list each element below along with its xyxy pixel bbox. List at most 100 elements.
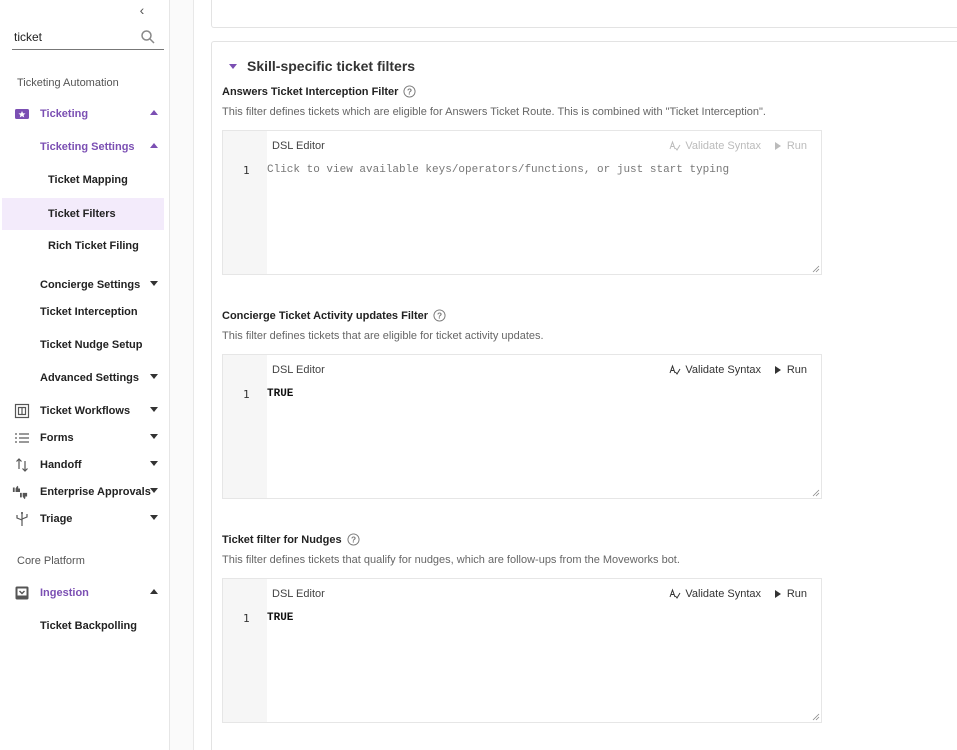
resize-handle-icon[interactable] (812, 265, 820, 273)
section-label-ticketing-automation: Ticketing Automation (17, 77, 119, 89)
dsl-editor-answers[interactable]: DSL Editor Validate Syntax Run 1 Click t… (222, 130, 822, 275)
sidebar-item-handoff[interactable]: Handoff (2, 450, 164, 480)
resize-handle-icon[interactable] (812, 713, 820, 721)
triage-icon (16, 512, 28, 526)
filter-title-concierge: Concierge Ticket Activity updates Filter… (222, 309, 446, 322)
editor-code[interactable]: TRUE (267, 612, 293, 624)
sidebar-item-label: Ticket Nudge Setup (40, 339, 143, 351)
validate-syntax-button[interactable]: Validate Syntax (669, 364, 761, 376)
chevron-down-icon (150, 374, 158, 379)
help-icon[interactable]: ? (347, 533, 360, 546)
filter-title-text: Answers Ticket Interception Filter (222, 85, 399, 98)
section-toggle-skill-filters[interactable]: Skill-specific ticket filters (229, 58, 415, 74)
sidebar-item-ticket-mapping[interactable]: Ticket Mapping (2, 165, 164, 195)
sidebar-item-label: Ticketing Settings (40, 141, 135, 153)
spellcheck-icon (669, 140, 681, 151)
resize-handle-icon[interactable] (812, 489, 820, 497)
filter-description: This filter defines tickets that are eli… (222, 330, 544, 342)
sidebar-item-ticket-workflows[interactable]: Ticket Workflows (2, 396, 164, 426)
sidebar-item-rich-ticket-filing[interactable]: Rich Ticket Filing (2, 231, 164, 261)
line-number: 1 (243, 388, 250, 401)
sidebar-item-ticket-nudge-setup[interactable]: Ticket Nudge Setup (2, 330, 164, 360)
sidebar-item-concierge-settings[interactable]: Concierge Settings (2, 270, 164, 300)
line-number-gutter (223, 355, 267, 498)
svg-text:?: ? (437, 310, 442, 320)
editor-label: DSL Editor (272, 588, 325, 600)
filter-title-text: Ticket filter for Nudges (222, 533, 342, 546)
validate-syntax-label: Validate Syntax (685, 364, 761, 376)
dsl-editor-nudges[interactable]: DSL Editor Validate Syntax Run 1 TRUE (222, 578, 822, 723)
inbox-download-icon (15, 586, 29, 600)
sidebar-item-label: Ticket Workflows (40, 405, 131, 417)
section-title: Skill-specific ticket filters (247, 58, 416, 74)
svg-text:?: ? (407, 86, 412, 96)
filter-title-text: Concierge Ticket Activity updates Filter (222, 309, 429, 322)
sidebar-item-ticket-interception[interactable]: Ticket Interception (2, 297, 164, 327)
sidebar-item-label: Ticket Interception (40, 306, 138, 318)
list-icon (15, 433, 29, 443)
sidebar-item-ticket-filters[interactable]: Ticket Filters (2, 198, 164, 230)
validate-syntax-label: Validate Syntax (685, 140, 761, 152)
help-icon[interactable]: ? (403, 85, 417, 98)
line-number: 1 (243, 612, 250, 625)
run-button[interactable]: Run (774, 588, 807, 600)
sidebar-item-triage[interactable]: Triage (2, 504, 164, 534)
line-number-gutter (223, 131, 267, 274)
chevron-down-icon (229, 63, 237, 69)
sidebar: ‹ Ticketing Automation Ticketing Ticketi… (0, 0, 170, 750)
run-button[interactable]: Run (774, 364, 807, 376)
search-icon[interactable] (140, 29, 156, 45)
section-label-core-platform: Core Platform (17, 555, 85, 567)
sidebar-item-ingestion[interactable]: Ingestion (2, 578, 164, 608)
run-label: Run (786, 364, 807, 376)
editor-code[interactable]: TRUE (267, 388, 293, 400)
validate-syntax-label: Validate Syntax (685, 588, 761, 600)
search-input[interactable] (14, 28, 134, 46)
chevron-down-icon (150, 461, 158, 466)
swap-vertical-icon (16, 458, 28, 472)
editor-label: DSL Editor (272, 364, 325, 376)
sidebar-item-label: Handoff (40, 459, 82, 471)
chevron-down-icon (150, 281, 158, 286)
sidebar-item-forms[interactable]: Forms (2, 423, 164, 453)
svg-text:?: ? (351, 534, 356, 544)
help-icon[interactable]: ? (433, 309, 446, 322)
line-number-gutter (223, 579, 267, 722)
filter-description: This filter defines tickets that qualify… (222, 554, 680, 566)
chevron-up-icon (150, 589, 158, 594)
chevron-up-icon (150, 110, 158, 115)
sidebar-item-label: Forms (40, 432, 74, 444)
sidebar-item-ticket-backpolling[interactable]: Ticket Backpolling (2, 611, 164, 641)
chevron-down-icon (150, 488, 158, 493)
chevron-down-icon (150, 515, 158, 520)
main-content: Skill-specific ticket filters Answers Ti… (194, 0, 957, 750)
sidebar-item-label: Ticket Backpolling (40, 620, 137, 632)
sidebar-item-label: Ticket Mapping (48, 174, 128, 186)
sidebar-item-label: Advanced Settings (40, 372, 140, 384)
run-label: Run (786, 588, 807, 600)
sidebar-item-label: Ticketing (40, 108, 89, 120)
editor-label: DSL Editor (272, 140, 325, 152)
chevron-up-icon (150, 143, 158, 148)
sidebar-search (12, 26, 164, 50)
filter-title-answers: Answers Ticket Interception Filter ? (222, 85, 417, 98)
play-icon (774, 590, 781, 598)
sidebar-item-label: Triage (40, 513, 73, 525)
sidebar-item-enterprise-approvals[interactable]: Enterprise Approvals (2, 477, 164, 507)
ticket-star-icon (15, 109, 29, 119)
dsl-editor-concierge[interactable]: DSL Editor Validate Syntax Run 1 TRUE (222, 354, 822, 499)
sidebar-item-ticketing-settings[interactable]: Ticketing Settings (2, 132, 164, 162)
editor-placeholder[interactable]: Click to view available keys/operators/f… (267, 164, 729, 176)
sidebar-item-label: Enterprise Approvals (40, 486, 151, 498)
play-icon (774, 366, 781, 374)
validate-syntax-button[interactable]: Validate Syntax (669, 140, 761, 152)
workflow-icon (14, 403, 30, 419)
validate-syntax-button[interactable]: Validate Syntax (669, 588, 761, 600)
run-button[interactable]: Run (774, 140, 807, 152)
play-icon (774, 142, 781, 150)
sidebar-item-advanced-settings[interactable]: Advanced Settings (2, 363, 164, 393)
collapse-sidebar-button[interactable]: ‹ (134, 2, 150, 18)
sidebar-item-label: Ingestion (40, 587, 89, 599)
sidebar-item-ticketing[interactable]: Ticketing (2, 99, 164, 129)
sidebar-item-label: Rich Ticket Filing (48, 240, 139, 252)
